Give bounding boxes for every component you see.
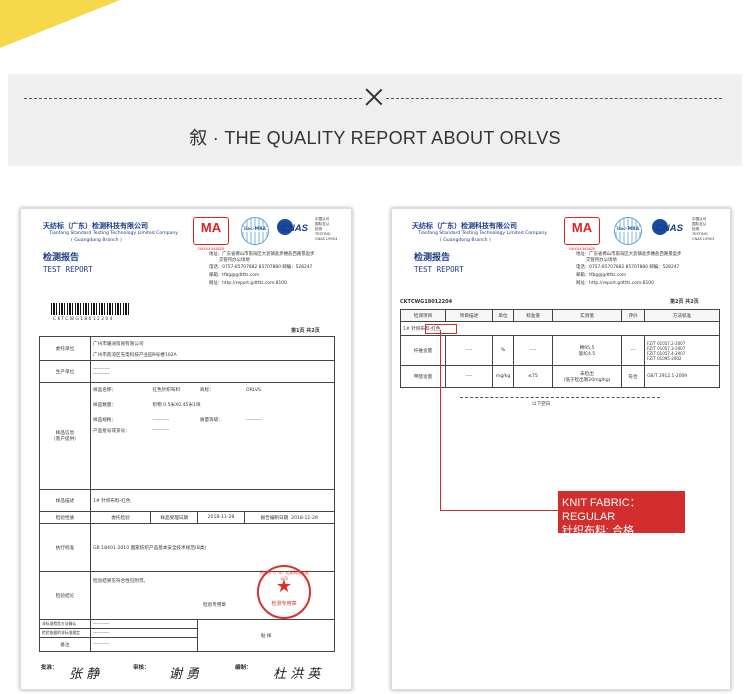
lab-name-en-2: Tianfang Standard Testing Technology Lim… xyxy=(418,231,547,236)
lab-address: 地址：广东省佛山市南海区大沥镇盐步穗盐西路景盈步 xyxy=(209,252,315,257)
divider-left xyxy=(24,98,362,99)
report-title-en-2: TEST REPORT xyxy=(414,265,464,274)
report-page-2: 天纺标（广东）检测科技有限公司 Tianfang Standard Testin… xyxy=(391,208,731,690)
banner-title: 叙 · THE QUALITY REPORT ABOUT ORLVS xyxy=(189,128,561,148)
report-title-en: TEST REPORT xyxy=(43,265,93,274)
report-number: CKTCWG18012204 xyxy=(53,317,114,322)
lab-website-p2: 网址：http://report.gdttts.com:8100 xyxy=(576,281,654,286)
page-indicator: 第1页 共2页 xyxy=(291,328,320,334)
lab-name-en: Tianfang Standard Testing Technology Lim… xyxy=(49,231,178,236)
callout-leader-vertical xyxy=(440,330,441,510)
report-title-cn: 检测报告 xyxy=(43,253,80,263)
page-indicator-2: 第2页 共2页 xyxy=(670,299,699,305)
lab-phone-p2: 电话：0757-85707882 85707880 邮编：528247 xyxy=(576,265,680,270)
seal-star-icon: ★ xyxy=(275,576,293,597)
ilac-mra-icon-2: ilac-MRA xyxy=(614,217,642,245)
approver-signature: 张 静 xyxy=(69,667,100,682)
reviewer-signature: 谢 勇 xyxy=(169,667,200,682)
lab-address-2: 交管所办公场地 xyxy=(219,258,250,263)
cnas-logo-icon-2: CNAS xyxy=(652,217,688,243)
lab-phone: 电话：0757-85707882 85707880 邮编：528247 xyxy=(209,265,313,270)
lab-address-2-p2: 交管所办公场地 xyxy=(586,258,617,263)
cnas-lines-2: 中国认可 国际互认 检测 TESTING CNAS L9903 xyxy=(692,217,715,241)
decorative-corner xyxy=(0,0,120,48)
sample-highlight-box xyxy=(425,324,457,334)
ma-certification-icon: MA 160011343820 xyxy=(193,217,229,251)
lab-website: 网址：http://report.gdttts.com:8100 xyxy=(209,281,287,286)
barcode xyxy=(51,303,131,315)
author-signature: 杜 洪 英 xyxy=(273,667,321,682)
lab-email-p2: 邮箱：tfbg@gdttts.com xyxy=(576,273,627,278)
approve-label: 批准： xyxy=(41,665,58,671)
divider-right xyxy=(386,98,722,99)
report-title-cn-2: 检测报告 xyxy=(414,253,451,263)
lab-name-cn-2: 天纺标（广东）检测科技有限公司 xyxy=(412,222,517,230)
report-page-1: 天纺标（广东）检测科技有限公司 Tianfang Standard Testin… xyxy=(20,208,352,690)
cnas-logo-icon: CNAS xyxy=(277,217,313,243)
result-callout: KNIT FABRIC：REGULAR 针织布料: 合格 xyxy=(558,491,685,537)
lab-branch-en: ( Guangdong Branch ) xyxy=(71,238,122,243)
cnas-lines: 中国认可 国际互认 检测 TESTING CNAS L9903 xyxy=(315,217,338,241)
blank-note: 以下空白 xyxy=(532,402,551,407)
lab-address-p2: 地址：广东省佛山市南海区大沥镇盐步穗盐西路景盈步 xyxy=(576,252,682,257)
test-results-table: 检测项目 项目描述 单位 标准值 实测值 评价 方法标准 1# 针织布料-红色 … xyxy=(400,309,720,388)
callout-line-en: KNIT FABRIC：REGULAR xyxy=(562,497,641,523)
lab-name-cn: 天纺标（广东）检测科技有限公司 xyxy=(43,222,148,230)
lab-email: 邮箱：tfbg@gdttts.com xyxy=(209,273,260,278)
inspection-seal-stamp: 天纺标（广东）检测科技有限公司 ★ 检测专用章 xyxy=(257,565,311,619)
review-label: 审核： xyxy=(133,665,150,671)
ilac-mra-icon: ilac-MRA xyxy=(241,217,269,245)
lab-branch-en-2: ( Guangdong Branch ) xyxy=(440,238,491,243)
callout-leader-horizontal xyxy=(440,510,558,511)
cross-icon xyxy=(365,88,383,106)
callout-line-cn: 针织布料: 合格 xyxy=(562,525,635,537)
blank-divider xyxy=(460,397,660,398)
author-label: 编制： xyxy=(235,665,252,671)
report-number-2: CKTCWG18012204 xyxy=(400,299,453,305)
ma-certification-icon-2: MA 160011343820 xyxy=(564,217,600,251)
